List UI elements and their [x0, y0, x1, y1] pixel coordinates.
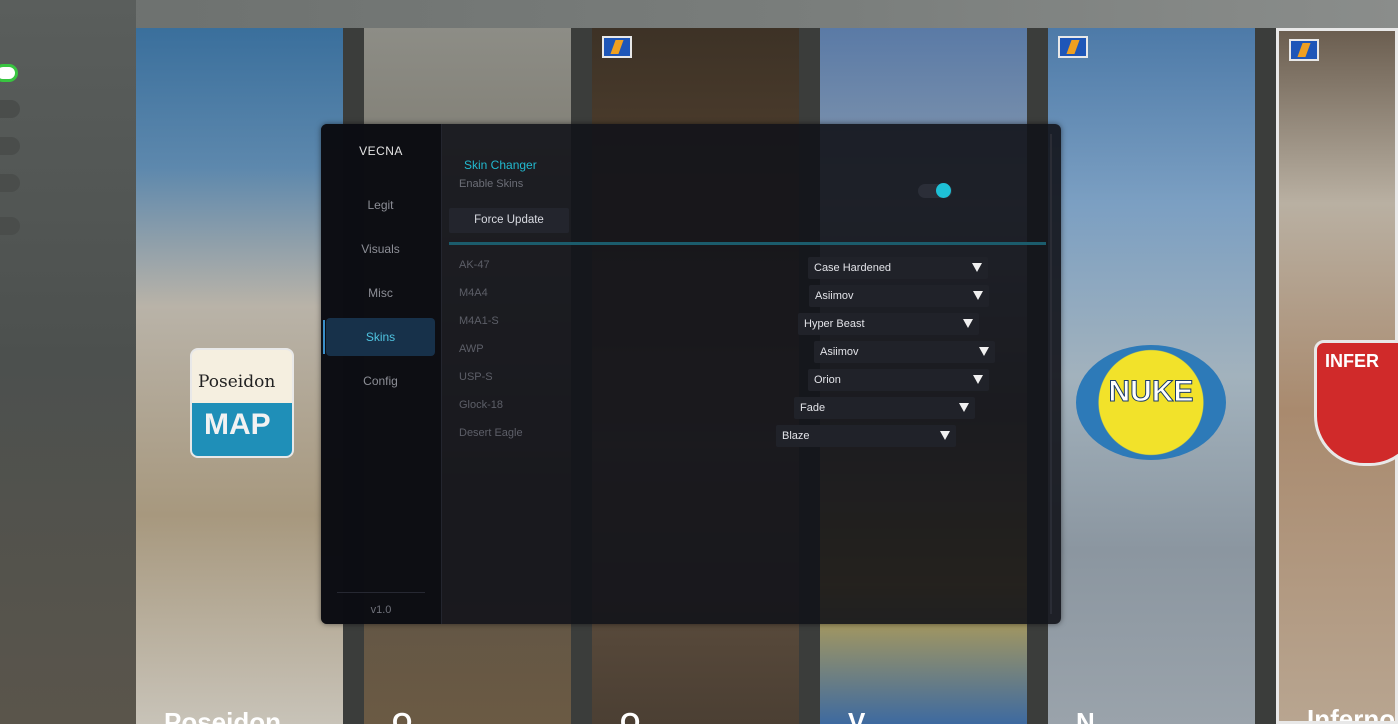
nav-item-legit[interactable]: Legit [326, 186, 435, 224]
dropdown-value: Asiimov [820, 346, 859, 358]
weapon-label-ak47: AK-47 [459, 259, 490, 271]
enable-skins-label: Enable Skins [459, 178, 524, 190]
map-card-label: Inferno [1307, 704, 1396, 724]
weapon-label-m4a4: M4A4 [459, 287, 488, 299]
caret-down-icon [972, 263, 982, 272]
toggle-dot-active[interactable] [0, 64, 18, 82]
nav-item-skins[interactable]: Skins [323, 318, 435, 356]
sidebar-divider [337, 592, 425, 593]
caret-down-icon [940, 431, 950, 440]
skin-dropdown-usps[interactable]: Orion [808, 369, 989, 391]
caret-down-icon [979, 347, 989, 356]
force-update-button[interactable]: Force Update [449, 208, 569, 233]
dropdown-value: Asiimov [815, 290, 854, 302]
nav-item-config[interactable]: Config [326, 362, 435, 400]
toggle-dot[interactable] [0, 137, 20, 155]
dropdown-value: Case Hardened [814, 262, 892, 274]
toggle-dot[interactable] [0, 217, 20, 235]
caret-down-icon [959, 403, 969, 412]
community-flag-icon [602, 36, 632, 58]
brand-title: VECNA [359, 144, 403, 158]
skin-dropdown-m4a1s[interactable]: Hyper Beast [798, 313, 979, 335]
weapon-label-glock18: Glock-18 [459, 399, 504, 411]
map-card-label: V [848, 707, 866, 724]
skin-dropdown-awp[interactable]: Asiimov [814, 341, 995, 363]
map-card-label: N [1076, 707, 1095, 724]
inferno-map-badge: INFER [1314, 340, 1398, 466]
caret-down-icon [973, 375, 983, 384]
dropdown-value: Fade [800, 402, 826, 414]
community-flag-icon [1289, 39, 1319, 61]
section-divider [449, 242, 1046, 245]
badge-subtitle: MAP [204, 408, 271, 441]
weapon-label-desert-eagle: Desert Eagle [459, 427, 523, 439]
community-flag-icon [1058, 36, 1088, 58]
dropdown-value: Orion [814, 374, 841, 386]
caret-down-icon [963, 319, 973, 328]
version-label: v1.0 [370, 604, 392, 616]
weapon-label-m4a1s: M4A1-S [459, 315, 499, 327]
enable-skins-toggle[interactable] [918, 183, 952, 198]
background-left-panel [0, 0, 136, 724]
nuke-map-badge: NUKE [1076, 345, 1226, 460]
caret-down-icon [973, 291, 983, 300]
toggle-dot[interactable] [0, 100, 20, 118]
background-top-bar [0, 0, 1398, 28]
dropdown-value: Hyper Beast [804, 318, 865, 330]
map-card-label: Poseidon [164, 707, 282, 724]
nav-item-visuals[interactable]: Visuals [326, 230, 435, 268]
skin-dropdown-ak47[interactable]: Case Hardened [808, 257, 988, 279]
skin-dropdown-m4a4[interactable]: Asiimov [809, 285, 989, 307]
map-card-label: O [392, 707, 413, 724]
weapon-label-usps: USP-S [459, 371, 493, 383]
skin-dropdown-glock18[interactable]: Fade [794, 397, 975, 419]
poseidon-map-badge: Poseidon MAP [190, 348, 294, 458]
section-title: Skin Changer [464, 158, 537, 172]
toggle-knob [936, 183, 951, 198]
dropdown-value: Blaze [782, 430, 810, 442]
menu-sidebar: VECNA Legit Visuals Misc Skins Config v1… [321, 124, 442, 624]
cheat-menu-window: VECNA Legit Visuals Misc Skins Config v1… [321, 124, 1061, 624]
toggle-dot[interactable] [0, 174, 20, 192]
skins-panel: Skin Changer Enable Skins Force Update A… [442, 124, 1061, 624]
badge-title: Poseidon [198, 372, 276, 392]
nav-item-misc[interactable]: Misc [326, 274, 435, 312]
weapon-label-awp: AWP [459, 343, 484, 355]
badge-title: NUKE [1108, 375, 1194, 409]
skin-dropdown-desert-eagle[interactable]: Blaze [776, 425, 956, 447]
map-card-label: O [620, 707, 641, 724]
badge-title: INFER [1325, 351, 1379, 371]
scrollbar[interactable] [1050, 134, 1052, 614]
